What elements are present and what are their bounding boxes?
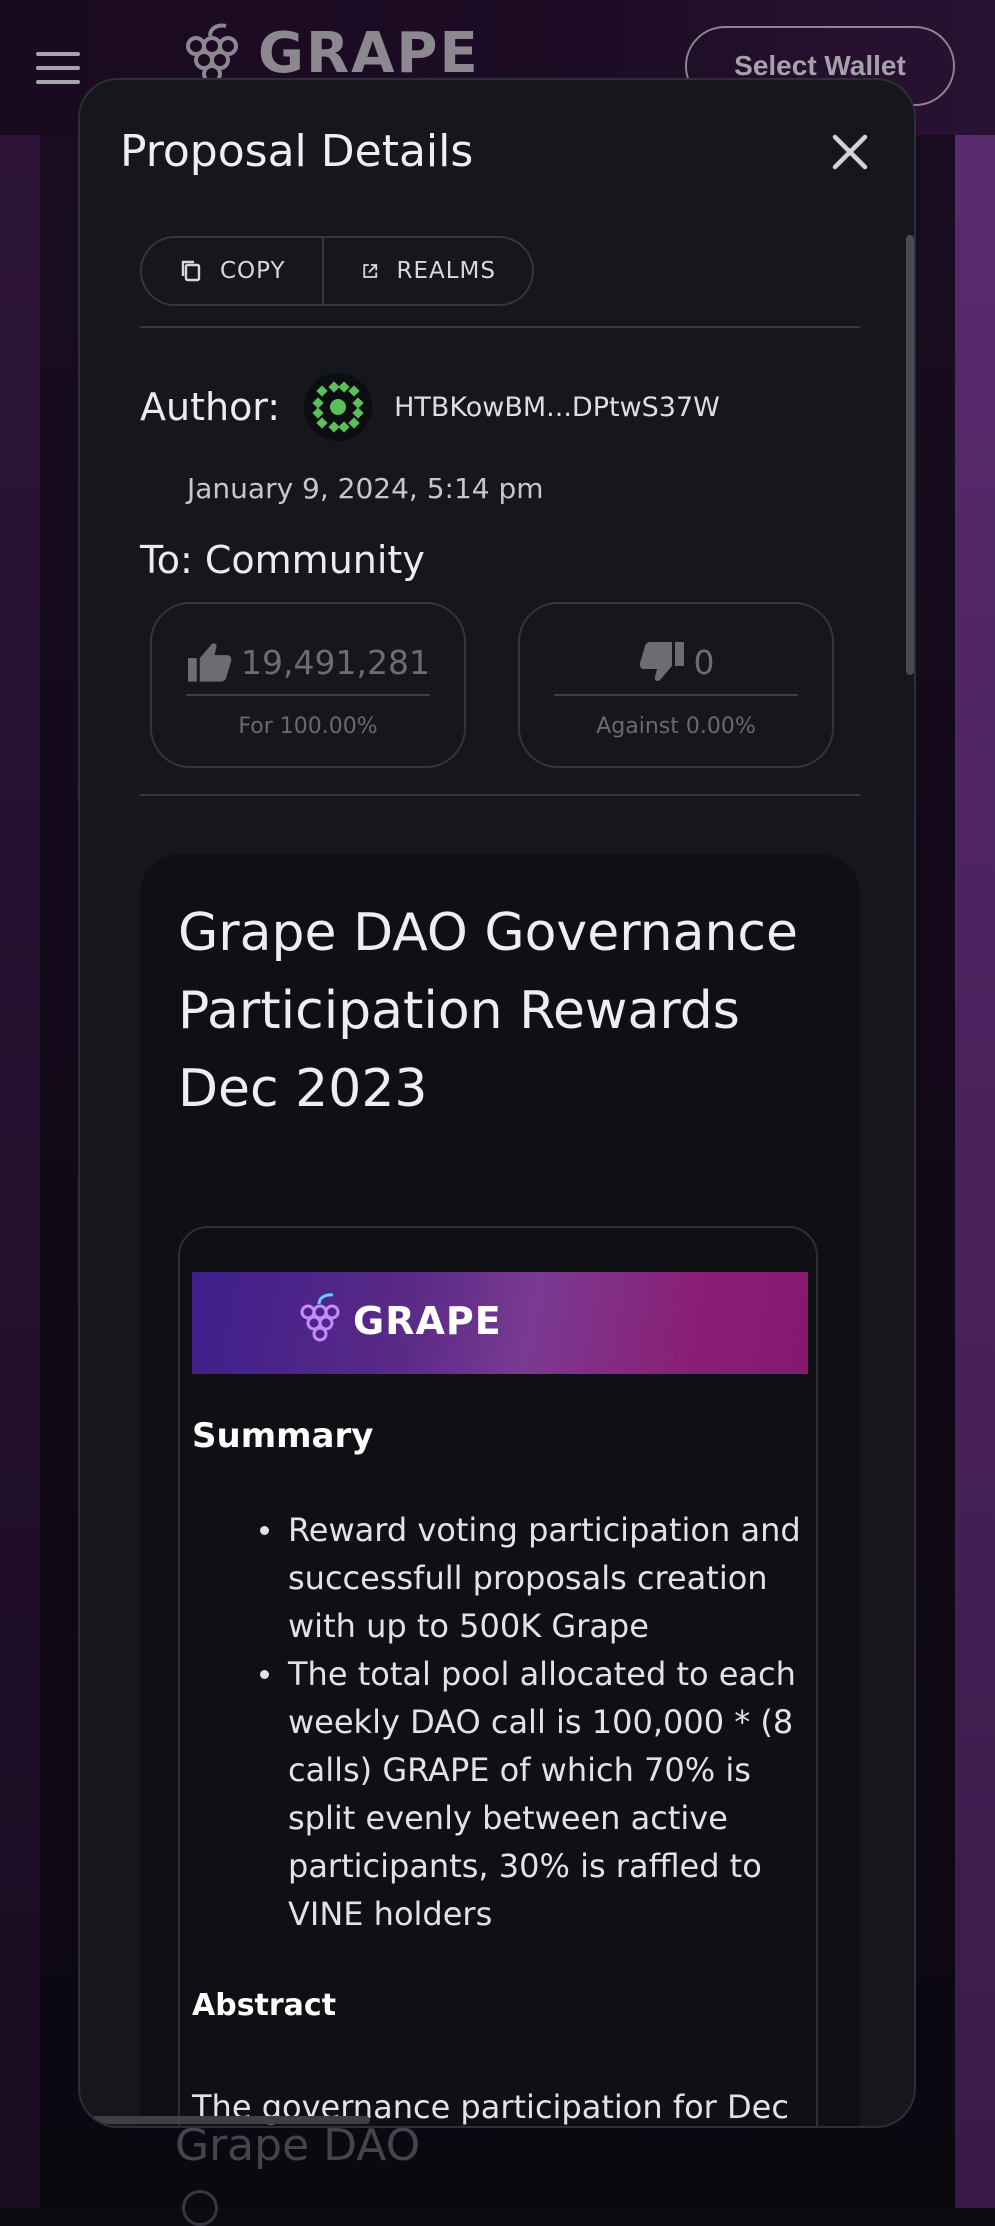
proposal-recipient: To: Community <box>140 538 425 582</box>
divider <box>140 794 860 796</box>
list-item: The total pool allocated to each weekly … <box>192 1650 812 1938</box>
votes-against-card: 0 Against 0.00% <box>518 602 834 768</box>
modal-horizontal-scrollbar[interactable] <box>80 2116 370 2124</box>
author-address[interactable]: HTBKowBM...DPtwS37W <box>394 392 720 423</box>
copy-button-label: COPY <box>220 258 286 284</box>
app-content-left-edge <box>0 135 40 2208</box>
proposal-description-card: Grape DAO Governance Participation Rewar… <box>140 854 860 2126</box>
realms-button[interactable]: REALMS <box>324 236 534 306</box>
app-content-right-edge <box>955 135 995 2208</box>
author-avatar[interactable] <box>304 373 373 441</box>
hamburger-menu-icon[interactable] <box>36 52 80 84</box>
copy-icon <box>181 260 201 282</box>
identicon-avatar <box>312 381 364 433</box>
banner-brand-text: GRAPE <box>353 1299 502 1343</box>
brand-logo[interactable]: GRAPE <box>180 22 480 86</box>
summary-heading: Summary <box>192 1416 374 1456</box>
copy-button[interactable]: COPY <box>140 236 324 306</box>
markdown-content: GRAPE Summary Reward voting participatio… <box>178 1226 818 2126</box>
list-item: Reward voting participation and successf… <box>192 1506 812 1650</box>
background-decoration <box>182 2190 218 2226</box>
grape-banner-image: GRAPE <box>192 1272 808 1374</box>
thumb-up-icon <box>187 643 232 682</box>
author-label: Author: <box>140 385 281 429</box>
thumb-down-icon <box>639 642 684 681</box>
votes-for-percentage: For 100.00% <box>238 714 378 739</box>
modal-vertical-scrollbar[interactable] <box>906 235 914 675</box>
votes-against-count: 0 <box>693 642 715 682</box>
proposal-details-modal: Proposal Details COPY REALMS Author: HTB… <box>78 78 916 2128</box>
grape-logo-icon <box>186 23 238 84</box>
realms-button-label: REALMS <box>396 258 496 284</box>
author-row: Author: HTBKowBM...DPtwS37W <box>140 373 720 441</box>
votes-against-percentage: Against 0.00% <box>596 714 756 739</box>
proposal-title: Grape DAO Governance Participation Rewar… <box>178 903 799 1119</box>
votes-for-count: 19,491,281 <box>241 642 430 682</box>
modal-title: Proposal Details <box>120 126 474 177</box>
proposal-date: January 9, 2024, 5:14 pm <box>187 472 544 505</box>
brand-name: GRAPE <box>258 21 480 86</box>
open-in-new-icon <box>363 264 378 278</box>
abstract-heading: Abstract <box>192 1988 337 2023</box>
summary-list: Reward voting participation and successf… <box>192 1506 812 1938</box>
action-button-group: COPY REALMS <box>140 236 534 306</box>
votes-for-card: 19,491,281 For 100.00% <box>150 602 466 768</box>
grape-logo-icon <box>300 1293 340 1342</box>
divider <box>140 326 860 328</box>
close-icon <box>832 134 868 170</box>
close-button[interactable] <box>824 126 876 178</box>
